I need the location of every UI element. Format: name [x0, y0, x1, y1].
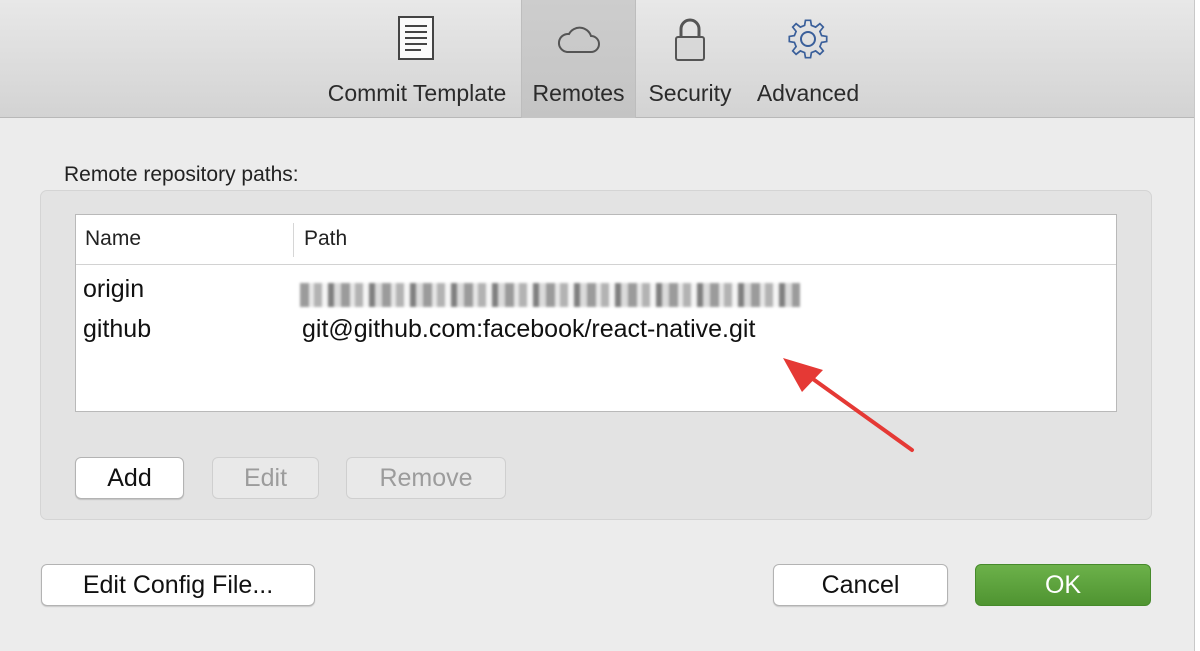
ok-button[interactable]: OK — [975, 564, 1151, 606]
remote-name: github — [83, 315, 152, 343]
remove-button[interactable]: Remove — [346, 457, 506, 499]
cancel-button[interactable]: Cancel — [773, 564, 948, 606]
tab-advanced-label: Advanced — [756, 80, 860, 106]
remote-name: origin — [83, 275, 145, 303]
column-header-path[interactable]: Path — [304, 227, 347, 251]
tab-remotes[interactable]: Remotes — [521, 0, 636, 118]
tab-security-label: Security — [648, 80, 732, 106]
remote-path: git@github.com:facebook/react-native.git — [302, 315, 756, 343]
remotes-table[interactable]: Name Path origin github git@github.com:f… — [75, 214, 1117, 412]
tab-commit-template[interactable]: Commit Template — [313, 0, 521, 118]
edit-button[interactable]: Edit — [212, 457, 319, 499]
tab-remotes-label: Remotes — [532, 80, 625, 106]
tab-advanced[interactable]: Advanced — [746, 0, 870, 118]
tab-commit-template-label: Commit Template — [327, 80, 507, 106]
document-icon — [393, 14, 441, 64]
table-row-origin[interactable]: origin — [76, 269, 1116, 309]
column-divider — [293, 223, 294, 257]
table-row-github[interactable]: github git@github.com:facebook/react-nat… — [76, 309, 1116, 349]
table-header: Name Path — [76, 215, 1116, 265]
preferences-dialog: Commit Template Remotes Security Advance… — [0, 0, 1194, 651]
column-header-name[interactable]: Name — [85, 227, 141, 251]
background-window-edge — [1194, 0, 1200, 651]
lock-icon — [666, 14, 714, 64]
edit-config-file-button[interactable]: Edit Config File... — [41, 564, 315, 606]
cloud-icon — [555, 14, 603, 64]
tab-security[interactable]: Security — [636, 0, 744, 118]
preferences-toolbar: Commit Template Remotes Security Advance… — [0, 0, 1194, 118]
remote-paths-label: Remote repository paths: — [64, 163, 299, 186]
add-button[interactable]: Add — [75, 457, 184, 499]
redacted-path — [300, 283, 800, 307]
gear-icon — [784, 14, 832, 64]
